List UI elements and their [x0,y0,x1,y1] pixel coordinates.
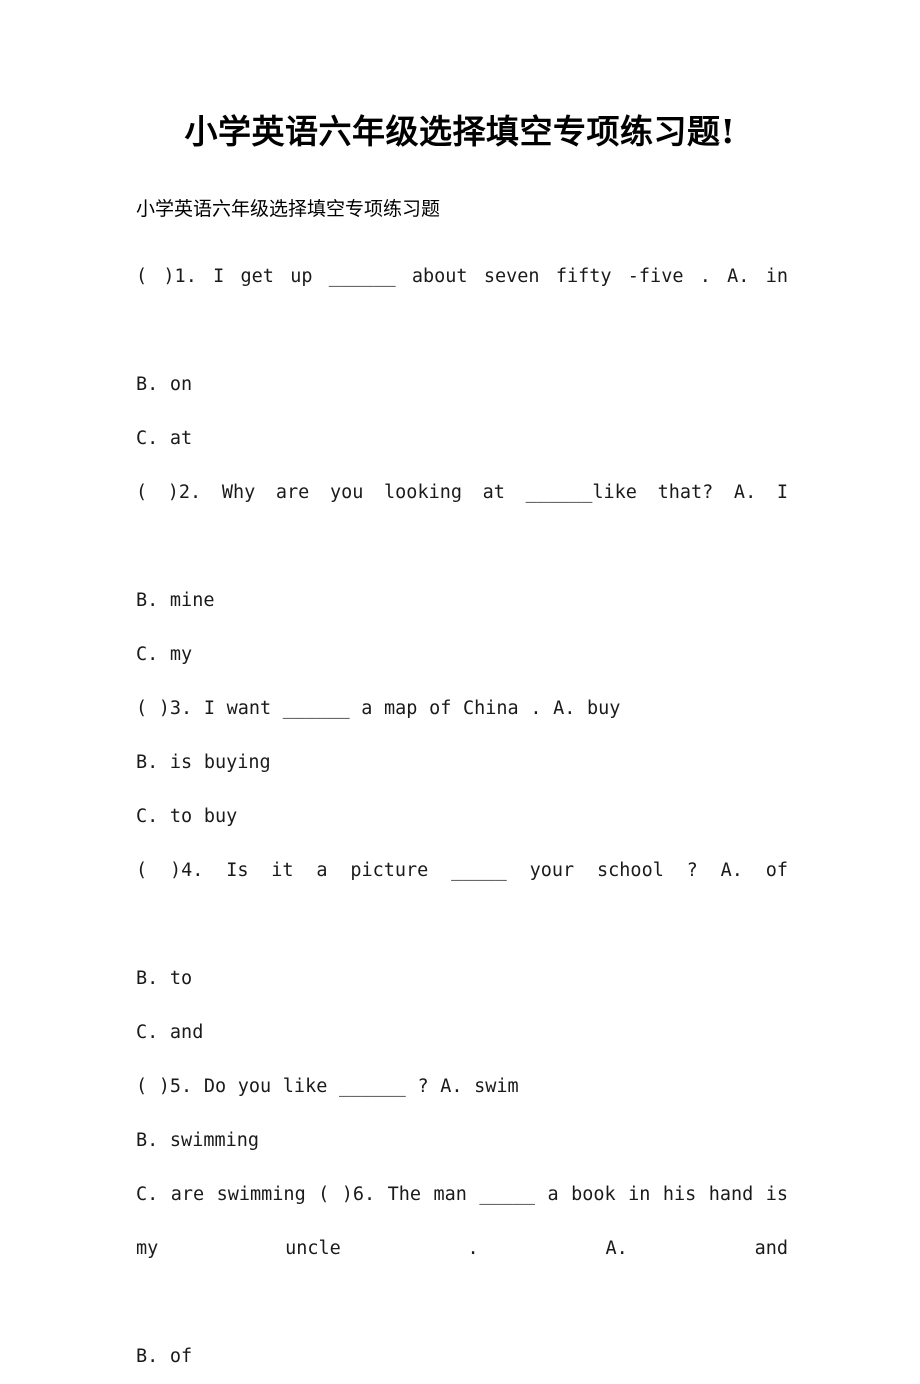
question-5-option-b: B. swimming [136,1130,260,1151]
question-1-line: ( )1. I get up ______ about seven fifty … [136,266,788,287]
question-2-option-b: B. mine [136,590,215,611]
question-3-option-b: B. is buying [136,752,271,773]
document-body: 小学英语六年级选择填空专项练习题 ( )1. I get up ______ a… [136,196,788,1384]
question-4-line: ( )4. Is it a picture _____ your school … [136,860,788,881]
question-3-option-c: C. to buy [136,806,238,827]
question-6-option-b: B. of [136,1346,193,1367]
document-page: 小学英语六年级选择填空专项练习题! 小学英语六年级选择填空专项练习题 ( )1.… [0,0,920,1367]
question-2-line: ( )2. Why are you looking at ______like … [136,482,788,503]
question-6-line: C. are swimming ( )6. The man _____ a bo… [136,1184,788,1259]
page-title: 小学英语六年级选择填空专项练习题! [184,112,736,151]
question-3-line: ( )3. I want ______ a map of China . A. … [136,698,621,719]
question-4-option-b: B. to [136,968,193,989]
question-4-option-c: C. and [136,1022,204,1043]
question-1-option-c: C. at [136,428,193,449]
question-5-line: ( )5. Do you like ______ ? A. swim [136,1076,519,1097]
question-1-option-b: B. on [136,374,193,395]
document-subtitle: 小学英语六年级选择填空专项练习题 [136,198,441,220]
question-2-option-c: C. my [136,644,193,665]
